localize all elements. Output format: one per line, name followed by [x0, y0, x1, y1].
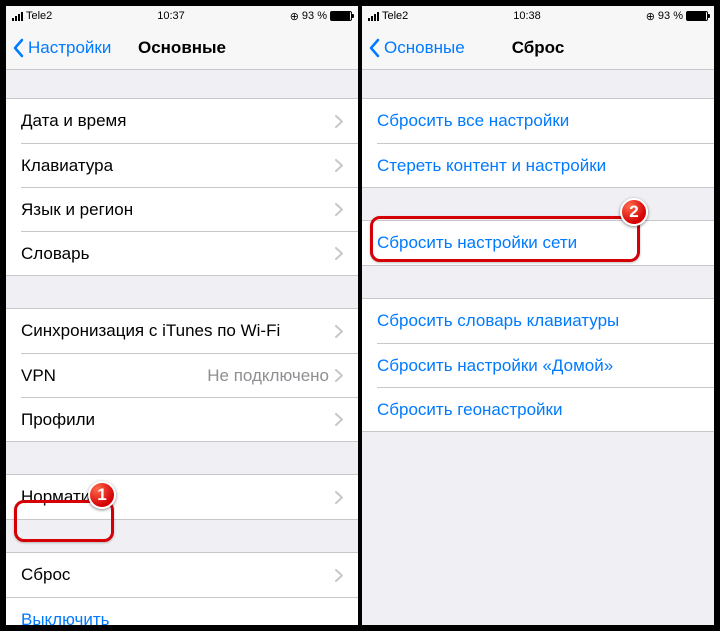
- cell-label: Сбросить словарь клавиатуры: [377, 311, 699, 331]
- cell-label: Язык и регион: [21, 200, 335, 220]
- cell-label: Сбросить все настройки: [377, 111, 699, 131]
- chevron-right-icon: [335, 325, 343, 338]
- group-reset: Сброс: [6, 552, 358, 598]
- rotation-lock-icon: ⊕: [290, 10, 299, 23]
- clock: 10:38: [513, 10, 541, 22]
- chevron-right-icon: [335, 369, 343, 382]
- cell-keyboard[interactable]: Клавиатура: [21, 143, 358, 187]
- group-reset-network: Сбросить настройки сети: [362, 220, 714, 266]
- cell-reset-all-settings[interactable]: Сбросить все настройки: [362, 99, 714, 143]
- cell-reset-location[interactable]: Сбросить геонастройки: [377, 387, 714, 431]
- status-bar: Tele2 10:37 ⊕ 93 %: [6, 6, 358, 26]
- chevron-right-icon: [335, 247, 343, 260]
- nav-bar: Настройки Основные: [6, 26, 358, 70]
- cell-label: Профили: [21, 410, 335, 430]
- back-button[interactable]: Настройки: [12, 38, 111, 58]
- cell-label: Выключить: [21, 610, 343, 625]
- cell-label: Сброс: [21, 565, 335, 585]
- cell-language-region[interactable]: Язык и регион: [21, 187, 358, 231]
- back-label: Настройки: [28, 38, 111, 58]
- chevron-right-icon: [335, 413, 343, 426]
- chevron-left-icon: [368, 38, 380, 58]
- cell-vpn[interactable]: VPN Не подключено: [21, 353, 358, 397]
- cell-reset-network[interactable]: Сбросить настройки сети: [362, 221, 714, 265]
- cell-label: Стереть контент и настройки: [377, 156, 699, 176]
- chevron-right-icon: [335, 115, 343, 128]
- reset-list[interactable]: Сбросить все настройки Стереть контент и…: [362, 70, 714, 625]
- phone-reset: Tele2 10:38 ⊕ 93 % Основные Сброс Сброси…: [362, 6, 714, 625]
- cell-dictionary[interactable]: Словарь: [21, 231, 358, 275]
- group-shutdown: Выключить: [6, 598, 358, 625]
- cell-reset[interactable]: Сброс: [6, 553, 358, 597]
- cell-profiles[interactable]: Профили: [21, 397, 358, 441]
- cell-label: Сбросить настройки «Домой»: [377, 356, 699, 376]
- signal-icon: [368, 11, 379, 21]
- battery-icon: [330, 11, 352, 21]
- signal-icon: [12, 11, 23, 21]
- phone-general: Tele2 10:37 ⊕ 93 % Настройки Основные Да…: [6, 6, 358, 625]
- nav-title: Сброс: [512, 38, 565, 58]
- group-localization: Дата и время Клавиатура Язык и регион Сл…: [6, 98, 358, 276]
- cell-reset-home[interactable]: Сбросить настройки «Домой»: [377, 343, 714, 387]
- cell-reset-keyboard-dict[interactable]: Сбросить словарь клавиатуры: [362, 299, 714, 343]
- cell-label: Сбросить настройки сети: [377, 233, 699, 253]
- chevron-right-icon: [335, 159, 343, 172]
- nav-title: Основные: [138, 38, 226, 58]
- cell-shutdown[interactable]: Выключить: [6, 598, 358, 625]
- cell-value: Не подключено: [207, 366, 329, 386]
- back-button[interactable]: Основные: [368, 38, 465, 58]
- chevron-right-icon: [335, 491, 343, 504]
- cell-label: VPN: [21, 366, 207, 386]
- cell-label: Клавиатура: [21, 156, 335, 176]
- cell-erase-all[interactable]: Стереть контент и настройки: [377, 143, 714, 187]
- cell-date-time[interactable]: Дата и время: [6, 99, 358, 143]
- battery-percent: 93 %: [658, 10, 683, 22]
- carrier-label: Tele2: [26, 10, 52, 22]
- nav-bar: Основные Сброс: [362, 26, 714, 70]
- carrier-label: Tele2: [382, 10, 408, 22]
- cell-regulatory[interactable]: Нормативы: [6, 475, 358, 519]
- chevron-right-icon: [335, 203, 343, 216]
- back-label: Основные: [384, 38, 465, 58]
- cell-label: Словарь: [21, 244, 335, 264]
- chevron-left-icon: [12, 38, 24, 58]
- screenshot-pair: Tele2 10:37 ⊕ 93 % Настройки Основные Да…: [4, 4, 716, 627]
- settings-list[interactable]: Дата и время Клавиатура Язык и регион Сл…: [6, 70, 358, 625]
- group-regulatory: Нормативы: [6, 474, 358, 520]
- battery-percent: 93 %: [302, 10, 327, 22]
- battery-icon: [686, 11, 708, 21]
- chevron-right-icon: [335, 569, 343, 582]
- group-connectivity: Синхронизация с iTunes по Wi-Fi VPN Не п…: [6, 308, 358, 442]
- group-reset-other: Сбросить словарь клавиатуры Сбросить нас…: [362, 298, 714, 432]
- rotation-lock-icon: ⊕: [646, 10, 655, 23]
- cell-label: Синхронизация с iTunes по Wi-Fi: [21, 321, 335, 341]
- group-reset-main: Сбросить все настройки Стереть контент и…: [362, 98, 714, 188]
- clock: 10:37: [157, 10, 185, 22]
- cell-label: Сбросить геонастройки: [377, 400, 699, 420]
- cell-itunes-wifi-sync[interactable]: Синхронизация с iTunes по Wi-Fi: [6, 309, 358, 353]
- cell-label: Нормативы: [21, 487, 335, 507]
- cell-label: Дата и время: [21, 111, 335, 131]
- status-bar: Tele2 10:38 ⊕ 93 %: [362, 6, 714, 26]
